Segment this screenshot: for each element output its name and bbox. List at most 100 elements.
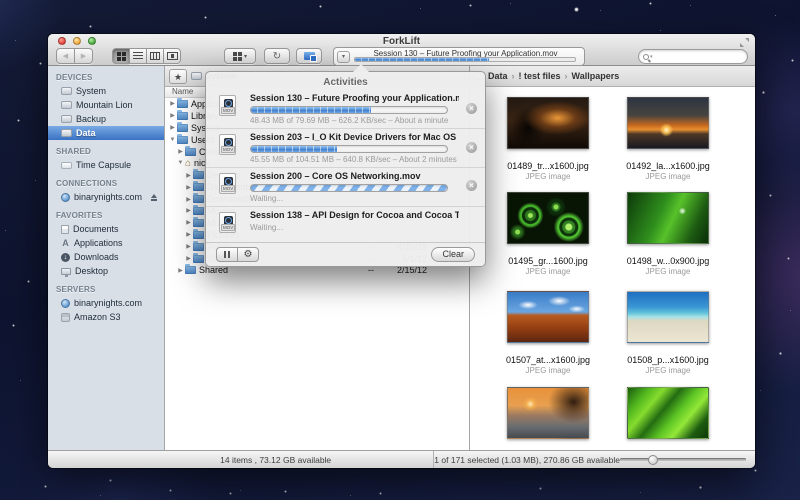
disclosure-triangle-icon[interactable]: ▶ <box>184 243 193 250</box>
disclosure-triangle-icon[interactable]: ▶ <box>184 172 193 179</box>
slider-knob[interactable] <box>648 455 658 465</box>
disclosure-triangle-icon[interactable]: ▶ <box>168 124 177 131</box>
sidebar-item-backup[interactable]: Backup <box>48 112 164 126</box>
coverflow-view-button[interactable] <box>163 48 181 64</box>
disclosure-triangle-icon[interactable]: ▼ <box>176 160 185 166</box>
file-thumbnail[interactable] <box>627 387 709 439</box>
disclosure-triangle-icon[interactable]: ▶ <box>176 267 185 274</box>
sidebar-item-binarynights-com[interactable]: binarynights.com <box>48 190 164 204</box>
file-thumbnail[interactable] <box>507 97 589 149</box>
thumbnail-zoom-slider[interactable] <box>620 458 746 461</box>
back-button[interactable]: ◀ <box>56 48 75 64</box>
tree-row-icon: ⌂ <box>185 159 191 168</box>
activity-status: 45.55 MB of 104.51 MB – 640.8 KB/sec – A… <box>250 155 459 164</box>
disclosure-triangle-icon[interactable]: ▶ <box>184 196 193 203</box>
desktop: ForkLift ◀ ▶ ▾ ↻ ▾ Session 130 <box>0 0 800 500</box>
sidebar-section-title: FAVORITES <box>48 204 164 222</box>
file-thumbnail[interactable] <box>507 192 589 244</box>
fullscreen-icon[interactable] <box>740 38 749 47</box>
file-item[interactable] <box>607 387 729 450</box>
file-item[interactable]: 01492_la...x1600.jpg JPEG image <box>607 97 729 192</box>
breadcrumb-label[interactable]: Data <box>488 71 508 81</box>
sidebar-item-mountain-lion[interactable]: Mountain Lion <box>48 98 164 112</box>
sidebar-section: DEVICES System Mountain Lion Backup Data <box>48 66 164 140</box>
file-thumbnail[interactable] <box>507 387 589 439</box>
breadcrumb-label[interactable]: Wallpapers <box>572 71 620 81</box>
disclosure-triangle-icon[interactable]: ▶ <box>184 231 193 238</box>
sidebar-item-applications[interactable]: A Applications <box>48 236 164 250</box>
file-item[interactable]: 01498_w...0x900.jpg JPEG image <box>607 192 729 287</box>
disclosure-triangle-icon[interactable]: ▶ <box>168 100 177 107</box>
file-thumbnail[interactable] <box>627 97 709 149</box>
file-name: 01498_w...0x900.jpg <box>607 256 729 266</box>
disclosure-triangle-icon[interactable]: ▶ <box>184 184 193 191</box>
cancel-activity-button[interactable]: × <box>466 103 477 114</box>
disclosure-triangle-icon[interactable]: ▶ <box>176 148 185 155</box>
list-view-button[interactable] <box>129 48 147 64</box>
disclosure-triangle-icon[interactable]: ▶ <box>184 219 193 226</box>
breadcrumb-separator: › <box>564 71 569 81</box>
right-pane-status-area: 1 of 171 selected (1.03 MB), 270.86 GB a… <box>434 451 755 468</box>
search-field[interactable]: ▾ <box>638 49 748 64</box>
column-view-icon <box>150 52 160 60</box>
disclosure-triangle-icon[interactable]: ▼ <box>168 137 177 143</box>
sidebar-item-label: Amazon S3 <box>74 312 121 322</box>
file-item[interactable]: 01495_gr...1600.jpg JPEG image <box>487 192 609 287</box>
sidebar-item-label: Time Capsule <box>76 160 131 170</box>
sidebar-item-system[interactable]: System <box>48 84 164 98</box>
sidebar-item-desktop[interactable]: Desktop <box>48 264 164 278</box>
activity-name: Session 200 – Core OS Networking.mov <box>250 171 459 182</box>
favorites-star-button[interactable]: ★ <box>169 69 187 84</box>
disclosure-triangle-icon[interactable]: ▶ <box>168 112 177 119</box>
pause-button[interactable] <box>216 247 238 262</box>
stars-decoration <box>0 0 1 1</box>
file-thumbnail[interactable] <box>627 291 709 343</box>
file-thumbnail[interactable] <box>627 192 709 244</box>
settings-button[interactable]: ⚙ <box>237 247 259 262</box>
tree-row-icon <box>193 219 204 227</box>
toolbar-activity-widget[interactable]: ▾ Session 130 – Future Proofing your App… <box>333 47 585 66</box>
mov-badge: MOV <box>221 146 235 153</box>
cancel-activity-button[interactable]: × <box>466 142 477 153</box>
sidebar-item-documents[interactable]: Documents <box>48 222 164 236</box>
file-grid: 01489_tr...x1600.jpg JPEG image 01492_la… <box>470 87 755 450</box>
disclosure-triangle-icon[interactable]: ▶ <box>184 207 193 214</box>
clear-button[interactable]: Clear <box>431 247 475 262</box>
sidebar-item-binarynights-com[interactable]: binarynights.com <box>48 296 164 310</box>
sidebar-item-label: System <box>76 86 106 96</box>
view-options-dropdown[interactable]: ▾ <box>224 48 256 64</box>
breadcrumb[interactable]: Data›! test files›Wallpapers <box>474 71 619 81</box>
grid-icon <box>233 52 242 61</box>
right-pathbar: Data›! test files›Wallpapers <box>470 66 755 87</box>
file-thumbnail[interactable] <box>507 291 589 343</box>
tree-row-icon <box>193 231 204 239</box>
eject-icon[interactable] <box>150 194 158 201</box>
file-name: 01489_tr...x1600.jpg <box>487 161 609 171</box>
activity-progress-track <box>250 106 448 114</box>
sidebar-item-label: Documents <box>73 224 119 234</box>
sidebar-item-icon: ↓ <box>61 253 70 262</box>
file-item[interactable]: 01489_tr...x1600.jpg JPEG image <box>487 97 609 192</box>
transfer-button[interactable] <box>296 48 322 64</box>
sidebar-item-time-capsule[interactable]: Time Capsule <box>48 158 164 172</box>
search-options-chevron-icon[interactable]: ▾ <box>650 54 653 60</box>
sidebar-item-amazon-s3[interactable]: Amazon S3 <box>48 310 164 324</box>
activity-item: MOV Session 200 – Core OS Networking.mov… <box>206 167 485 206</box>
disclosure-triangle-icon[interactable]: ▶ <box>184 255 193 262</box>
sidebar-item-downloads[interactable]: ↓ Downloads <box>48 250 164 264</box>
breadcrumb-label[interactable]: ! test files <box>519 71 561 81</box>
sidebar-item-icon <box>61 268 71 275</box>
sidebar-section: FAVORITES Documents A Applications ↓ Dow… <box>48 204 164 278</box>
file-item[interactable] <box>487 387 609 450</box>
search-input[interactable] <box>654 52 734 61</box>
sync-button[interactable]: ↻ <box>264 48 290 64</box>
forward-button[interactable]: ▶ <box>74 48 93 64</box>
icon-view-button[interactable] <box>112 48 130 64</box>
column-view-button[interactable] <box>146 48 164 64</box>
activities-popover-toggle[interactable]: ▾ <box>337 51 350 63</box>
file-item[interactable]: 01508_p...x1600.jpg JPEG image <box>607 291 729 386</box>
sidebar-item-data[interactable]: Data <box>48 126 164 140</box>
file-item[interactable]: 01507_at...x1600.jpg JPEG image <box>487 291 609 386</box>
cancel-activity-button[interactable]: × <box>466 180 477 191</box>
sidebar-item-icon <box>61 299 70 308</box>
